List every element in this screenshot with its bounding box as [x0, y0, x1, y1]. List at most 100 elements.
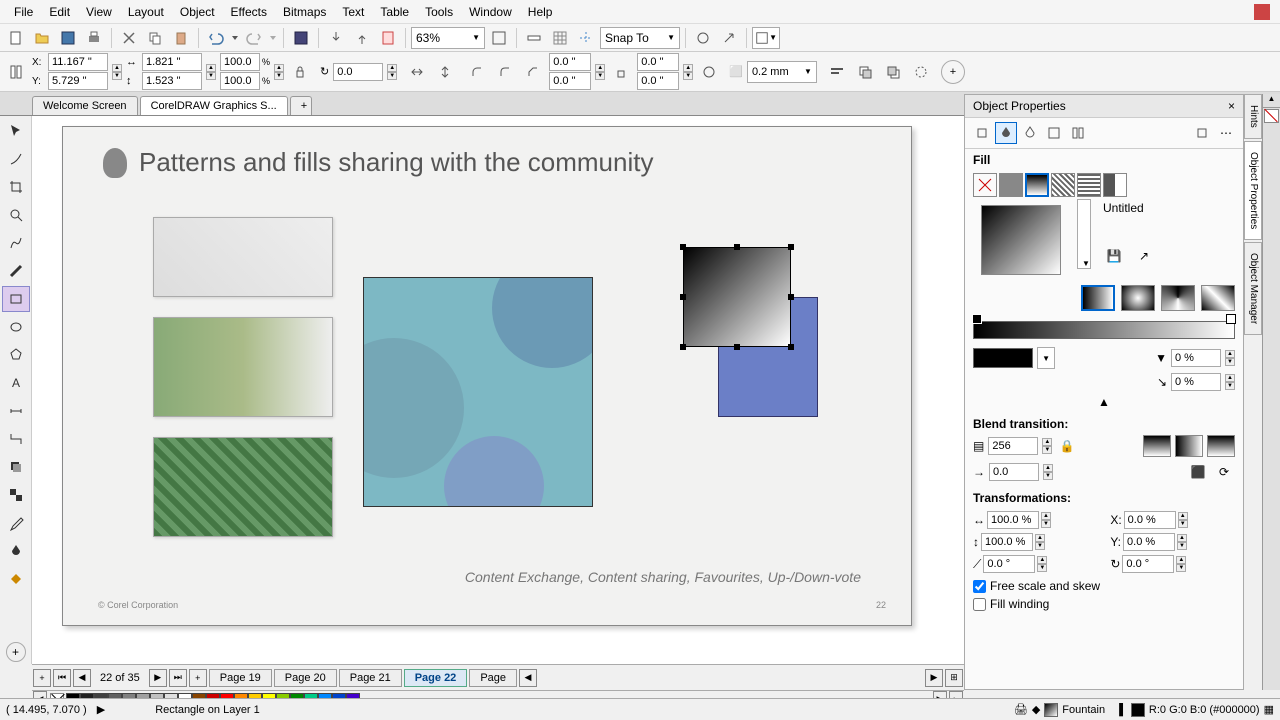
quick-customize-button[interactable]: +	[941, 60, 965, 84]
quick-customize-toolbox[interactable]: +	[6, 642, 26, 662]
front-of-layer-button[interactable]	[853, 60, 877, 84]
guidelines-button[interactable]	[574, 26, 598, 50]
y-input[interactable]: 5.729 "	[48, 72, 108, 90]
zoom-tool[interactable]	[2, 202, 30, 228]
smart-fill-tool[interactable]	[2, 566, 30, 592]
node-position-input[interactable]: 0 %	[1171, 373, 1221, 391]
free-scale-checkbox[interactable]	[973, 580, 986, 593]
relative-corner-button[interactable]	[697, 60, 721, 84]
menu-view[interactable]: View	[78, 3, 120, 21]
scroll-view-button[interactable]: ▶	[925, 669, 943, 687]
text-tool[interactable]: A	[2, 370, 30, 396]
artistic-media-tool[interactable]	[2, 258, 30, 284]
open-button[interactable]	[30, 26, 54, 50]
menu-object[interactable]: Object	[172, 3, 223, 21]
elliptical-gradient-type[interactable]	[1121, 285, 1155, 311]
node-opacity-input[interactable]: 0 %	[1171, 349, 1221, 367]
outline-tab-icon[interactable]	[971, 122, 993, 144]
fill-x-input[interactable]: 0.0 %	[1124, 511, 1176, 529]
steps-input[interactable]: 256	[988, 437, 1038, 455]
scalex-input[interactable]: 100.0	[220, 53, 260, 71]
blend-linear-icon[interactable]	[1143, 435, 1171, 457]
add-page-after-button[interactable]: +	[189, 669, 207, 687]
polygon-tool[interactable]	[2, 342, 30, 368]
page-layout-icon[interactable]	[4, 60, 28, 84]
panel-close-icon[interactable]: ×	[1228, 99, 1235, 113]
menu-help[interactable]: Help	[520, 3, 561, 21]
handle-tl[interactable]	[680, 244, 686, 250]
options-button[interactable]	[691, 26, 715, 50]
outline-width-combo[interactable]: 0.2 mm▼	[747, 61, 817, 83]
interactive-fill-tool[interactable]	[2, 538, 30, 564]
gradient-preview-swatch[interactable]	[981, 205, 1061, 275]
vtab-hints[interactable]: Hints	[1244, 94, 1262, 139]
lock-ratio-button[interactable]	[288, 60, 312, 84]
corner-chamfer-button[interactable]	[521, 60, 545, 84]
crop-tool[interactable]	[2, 174, 30, 200]
linear-gradient-type[interactable]	[1081, 285, 1115, 311]
bitmap-pattern-icon[interactable]	[1077, 173, 1101, 197]
blend-cw-icon[interactable]	[1175, 435, 1203, 457]
rotate-fill-input[interactable]: 0.0 °	[1122, 555, 1174, 573]
menu-table[interactable]: Table	[372, 3, 417, 21]
gradient-editor[interactable]	[973, 321, 1235, 339]
print-button[interactable]	[82, 26, 106, 50]
ellipse-tool[interactable]	[2, 314, 30, 340]
tab-document[interactable]: CorelDRAW Graphics S...	[140, 96, 288, 115]
corner-round-button[interactable]	[465, 60, 489, 84]
shape-tool[interactable]	[2, 146, 30, 172]
next-page-button[interactable]: ▶	[149, 669, 167, 687]
handle-tm[interactable]	[734, 244, 740, 250]
handle-bl[interactable]	[680, 344, 686, 350]
summary-tab-icon[interactable]	[1043, 122, 1065, 144]
handle-mr[interactable]	[788, 294, 794, 300]
transparency-tab-icon[interactable]	[1019, 122, 1041, 144]
redo-dropdown[interactable]	[268, 26, 278, 50]
redo-button[interactable]	[242, 26, 266, 50]
eyedropper-tool[interactable]	[2, 510, 30, 536]
corner-lock-button[interactable]	[609, 60, 633, 84]
page-tab-22[interactable]: Page 22	[404, 669, 468, 687]
menu-bitmaps[interactable]: Bitmaps	[275, 3, 334, 21]
vector-pattern-icon[interactable]	[1051, 173, 1075, 197]
first-page-button[interactable]: ⏮	[53, 669, 71, 687]
menu-effects[interactable]: Effects	[223, 3, 275, 21]
corner-scallop-button[interactable]	[493, 60, 517, 84]
tab-add[interactable]: +	[290, 96, 312, 115]
fountain-fill-icon[interactable]	[1025, 173, 1049, 197]
connector-tool[interactable]	[2, 426, 30, 452]
gradient-node-start[interactable]	[972, 314, 982, 324]
rectangular-gradient-type[interactable]	[1201, 285, 1235, 311]
launch-button[interactable]	[717, 26, 741, 50]
corner-tr-input[interactable]: 0.0 "	[637, 53, 679, 71]
freehand-tool[interactable]	[2, 230, 30, 256]
convert-curves-button[interactable]	[909, 60, 933, 84]
new-button[interactable]	[4, 26, 28, 50]
uniform-fill-icon[interactable]	[999, 173, 1023, 197]
repeat-icon[interactable]: ⟳	[1213, 461, 1235, 483]
save-button[interactable]	[56, 26, 80, 50]
handle-bm[interactable]	[734, 344, 740, 350]
menu-tools[interactable]: Tools	[417, 3, 461, 21]
last-page-button[interactable]: ⏭	[169, 669, 187, 687]
accel-input[interactable]: 0.0	[989, 463, 1039, 481]
page-tab-19[interactable]: Page 19	[209, 669, 272, 687]
handle-br[interactable]	[788, 344, 794, 350]
two-color-pattern-icon[interactable]	[1103, 173, 1127, 197]
navigator-button[interactable]: ⊞	[945, 669, 963, 687]
fill-winding-checkbox[interactable]	[973, 598, 986, 611]
rotation-input[interactable]: 0.0	[333, 63, 383, 81]
save-preset-icon[interactable]: 💾	[1103, 245, 1125, 267]
drop-shadow-tool[interactable]	[2, 454, 30, 480]
menu-edit[interactable]: Edit	[41, 3, 78, 21]
publish-pdf-button[interactable]	[376, 26, 400, 50]
conical-gradient-type[interactable]	[1161, 285, 1195, 311]
fill-width-input[interactable]: 100.0 %	[987, 511, 1039, 529]
internet-tab-icon[interactable]	[1067, 122, 1089, 144]
color-proof-icon[interactable]: 🖨	[1014, 703, 1028, 716]
no-fill-icon[interactable]	[973, 173, 997, 197]
mirror-h-button[interactable]	[405, 60, 429, 84]
import-button[interactable]	[324, 26, 348, 50]
outline-color-swatch[interactable]	[1131, 703, 1145, 717]
height-input[interactable]: 1.523 "	[142, 72, 202, 90]
